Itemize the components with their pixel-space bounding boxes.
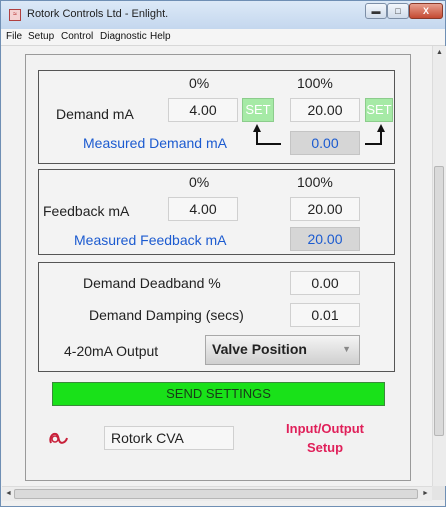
vertical-scroll-thumb[interactable] [434, 166, 444, 436]
menu-diagnostic[interactable]: Diagnostic [100, 31, 147, 42]
page-title: Input/Output Setup [270, 419, 380, 457]
demand-0pct-set-button[interactable]: SET [242, 98, 274, 122]
vertical-scrollbar[interactable]: ▲ [432, 46, 446, 486]
damping-input[interactable]: 0.01 [290, 303, 360, 327]
damping-label: Demand Damping (secs) [89, 307, 244, 323]
title-bar[interactable]: ≈ Rotork Controls Ltd - Enlight. ▬ □ X [1, 1, 445, 29]
rotork-logo-icon [49, 432, 68, 444]
output-select[interactable]: Valve Position ▼ [205, 335, 360, 365]
device-name-field: Rotork CVA [104, 426, 234, 450]
feedback-0pct-header: 0% [189, 174, 210, 190]
menu-file[interactable]: File [6, 31, 22, 42]
minimize-button[interactable]: ▬ [365, 3, 387, 19]
client-area: 0% 100% Demand mA 4.00 SET 20.00 SET Mea… [2, 46, 432, 486]
set-high-arrow-icon [365, 124, 385, 145]
horizontal-scrollbar[interactable]: ◄ ► [2, 486, 432, 501]
demand-group: 0% 100% Demand mA 4.00 SET 20.00 SET Mea… [38, 70, 395, 164]
feedback-0pct-input[interactable]: 4.00 [168, 197, 238, 221]
demand-100pct-input[interactable]: 20.00 [290, 98, 360, 122]
resize-grip[interactable] [432, 486, 445, 500]
output-selected-value: Valve Position [212, 341, 307, 357]
demand-label: Demand mA [56, 106, 134, 122]
horizontal-scroll-thumb[interactable] [14, 489, 418, 499]
deadband-label: Demand Deadband % [83, 275, 221, 291]
measured-demand-label: Measured Demand mA [83, 135, 227, 151]
demand-100pct-header: 100% [297, 75, 333, 91]
send-settings-button[interactable]: SEND SETTINGS [52, 382, 385, 406]
demand-0pct-header: 0% [189, 75, 210, 91]
measured-feedback-label: Measured Feedback mA [74, 232, 227, 248]
feedback-100pct-input[interactable]: 20.00 [290, 197, 360, 221]
scroll-right-icon[interactable]: ► [422, 490, 429, 497]
scroll-left-icon[interactable]: ◄ [5, 490, 12, 497]
feedback-100pct-header: 100% [297, 174, 333, 190]
menu-help[interactable]: Help [150, 31, 171, 42]
close-button[interactable]: X [409, 3, 443, 19]
menu-setup[interactable]: Setup [28, 31, 54, 42]
demand-100pct-set-button[interactable]: SET [365, 98, 393, 122]
measured-feedback-value: 20.00 [290, 227, 360, 251]
deadband-input[interactable]: 0.00 [290, 271, 360, 295]
enlight-app-icon: ≈ [9, 9, 21, 21]
scroll-up-icon[interactable]: ▲ [436, 49, 443, 56]
settings-group: Demand Deadband % 0.00 Demand Damping (s… [38, 262, 395, 372]
page-title-line1: Input/Output [286, 421, 364, 436]
set-low-arrow-icon [253, 124, 281, 145]
page-title-line2: Setup [306, 440, 344, 455]
app-window: ≈ Rotork Controls Ltd - Enlight. ▬ □ X F… [0, 0, 446, 507]
chevron-down-icon: ▼ [342, 344, 351, 354]
setup-panel: 0% 100% Demand mA 4.00 SET 20.00 SET Mea… [25, 54, 411, 481]
window-title: Rotork Controls Ltd - Enlight. [27, 8, 169, 20]
output-label: 4-20mA Output [64, 343, 159, 359]
maximize-button[interactable]: □ [387, 3, 409, 19]
feedback-label: Feedback mA [43, 203, 130, 219]
feedback-group: 0% 100% Feedback mA 4.00 20.00 Measured … [38, 169, 395, 255]
measured-demand-value: 0.00 [290, 131, 360, 155]
demand-0pct-input[interactable]: 4.00 [168, 98, 238, 122]
menu-control[interactable]: Control [61, 31, 93, 42]
menu-bar: File Setup Control Diagnostic Help [1, 29, 445, 46]
